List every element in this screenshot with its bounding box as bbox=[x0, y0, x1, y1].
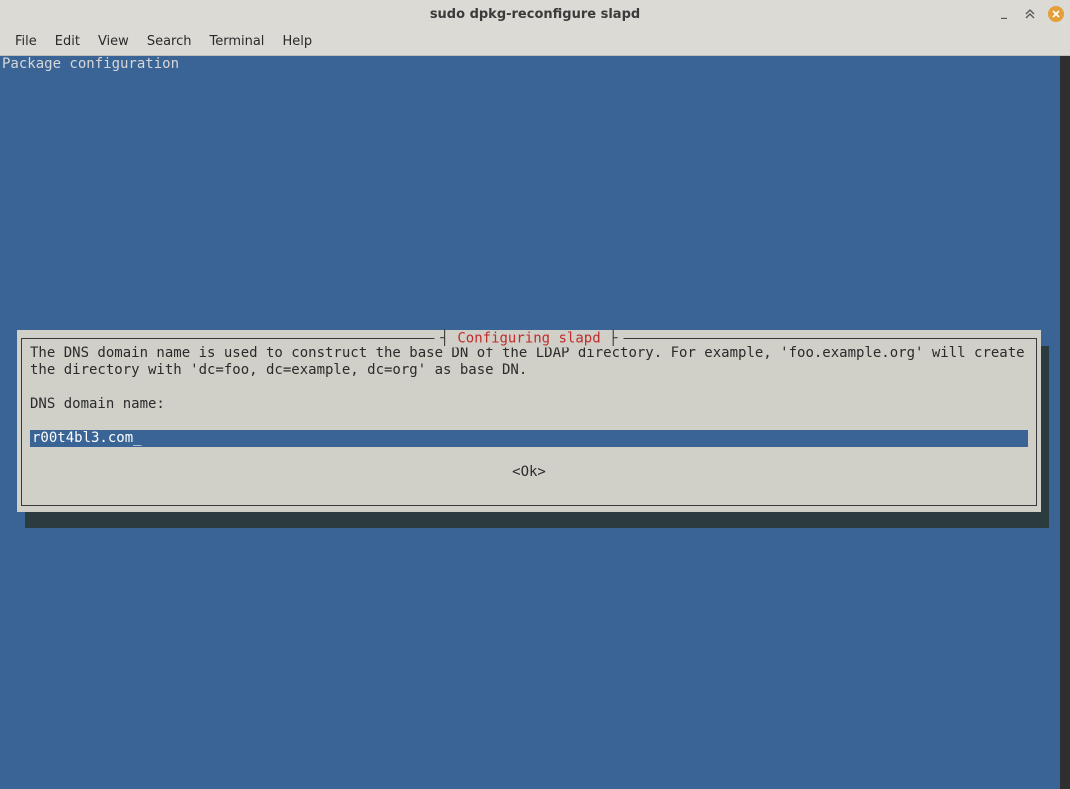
menu-item-help[interactable]: Help bbox=[273, 30, 321, 53]
minimize-icon[interactable]: _ bbox=[996, 4, 1012, 20]
window-controls: _ bbox=[996, 6, 1064, 22]
dns-domain-input[interactable]: r00t4bl3.com bbox=[30, 430, 1028, 447]
dialog-title: Configuring slapd bbox=[434, 331, 623, 348]
menu-item-view[interactable]: View bbox=[89, 30, 138, 53]
scrollbar-track[interactable] bbox=[1060, 56, 1070, 789]
menu-bar: File Edit View Search Terminal Help bbox=[0, 28, 1070, 56]
menu-item-edit[interactable]: Edit bbox=[46, 30, 89, 53]
scrollbar-thumb[interactable] bbox=[1060, 56, 1070, 789]
close-icon[interactable] bbox=[1048, 6, 1064, 22]
dialog-prompt-label: DNS domain name: bbox=[30, 396, 1028, 413]
terminal-header-line: Package configuration bbox=[0, 56, 1060, 73]
window-title: sudo dpkg-reconfigure slapd bbox=[430, 7, 640, 22]
menu-item-terminal[interactable]: Terminal bbox=[200, 30, 273, 53]
config-dialog: Configuring slapd The DNS domain name is… bbox=[17, 330, 1041, 512]
menu-item-file[interactable]: File bbox=[6, 30, 46, 53]
maximize-icon[interactable] bbox=[1022, 6, 1038, 22]
dialog-frame: Configuring slapd The DNS domain name is… bbox=[21, 338, 1037, 506]
ok-button[interactable]: <Ok> bbox=[30, 464, 1028, 481]
terminal-content: Package configuration Configuring slapd … bbox=[0, 56, 1060, 789]
menu-item-search[interactable]: Search bbox=[138, 30, 201, 53]
terminal-area[interactable]: Package configuration Configuring slapd … bbox=[0, 56, 1070, 789]
dialog-description: The DNS domain name is used to construct… bbox=[30, 345, 1028, 379]
window-title-bar: sudo dpkg-reconfigure slapd _ bbox=[0, 0, 1070, 28]
